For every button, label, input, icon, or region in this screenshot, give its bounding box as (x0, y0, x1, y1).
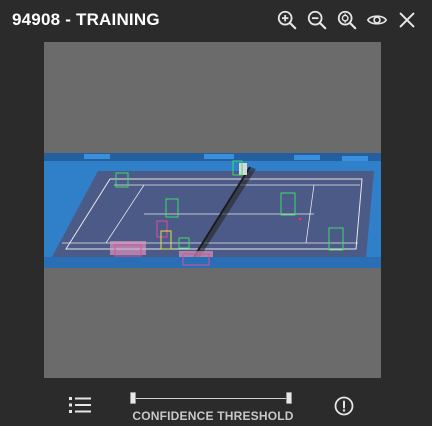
zoom-fit-button[interactable] (332, 6, 362, 34)
image-viewer[interactable] (44, 42, 381, 378)
footer-bar: CONFIDENCE THRESHOLD (0, 378, 432, 426)
zoom-fit-icon (337, 10, 357, 30)
toolbar (272, 6, 422, 34)
close-button[interactable] (392, 6, 422, 34)
visibility-toggle-button[interactable] (362, 6, 392, 34)
confidence-threshold-label: CONFIDENCE THRESHOLD (132, 409, 294, 423)
eye-icon (366, 15, 388, 25)
slider-handle-max[interactable] (286, 392, 292, 404)
slider-track[interactable] (134, 398, 292, 399)
zoom-out-icon (307, 10, 327, 30)
confidence-threshold-slider[interactable]: CONFIDENCE THRESHOLD (130, 390, 296, 426)
list-icon (69, 397, 91, 413)
list-button[interactable] (67, 394, 93, 416)
zoom-out-button[interactable] (302, 6, 332, 34)
tennis-court-image (44, 153, 381, 268)
slider-handle-min[interactable] (130, 392, 136, 404)
info-button[interactable] (333, 395, 355, 417)
zoom-in-icon (277, 10, 297, 30)
annotated-frame (44, 153, 381, 268)
alert-circle-icon (334, 396, 354, 416)
page-title: 94908 - TRAINING (12, 10, 160, 29)
zoom-in-button[interactable] (272, 6, 302, 34)
close-icon (399, 12, 415, 28)
header-bar: 94908 - TRAINING (0, 0, 432, 40)
